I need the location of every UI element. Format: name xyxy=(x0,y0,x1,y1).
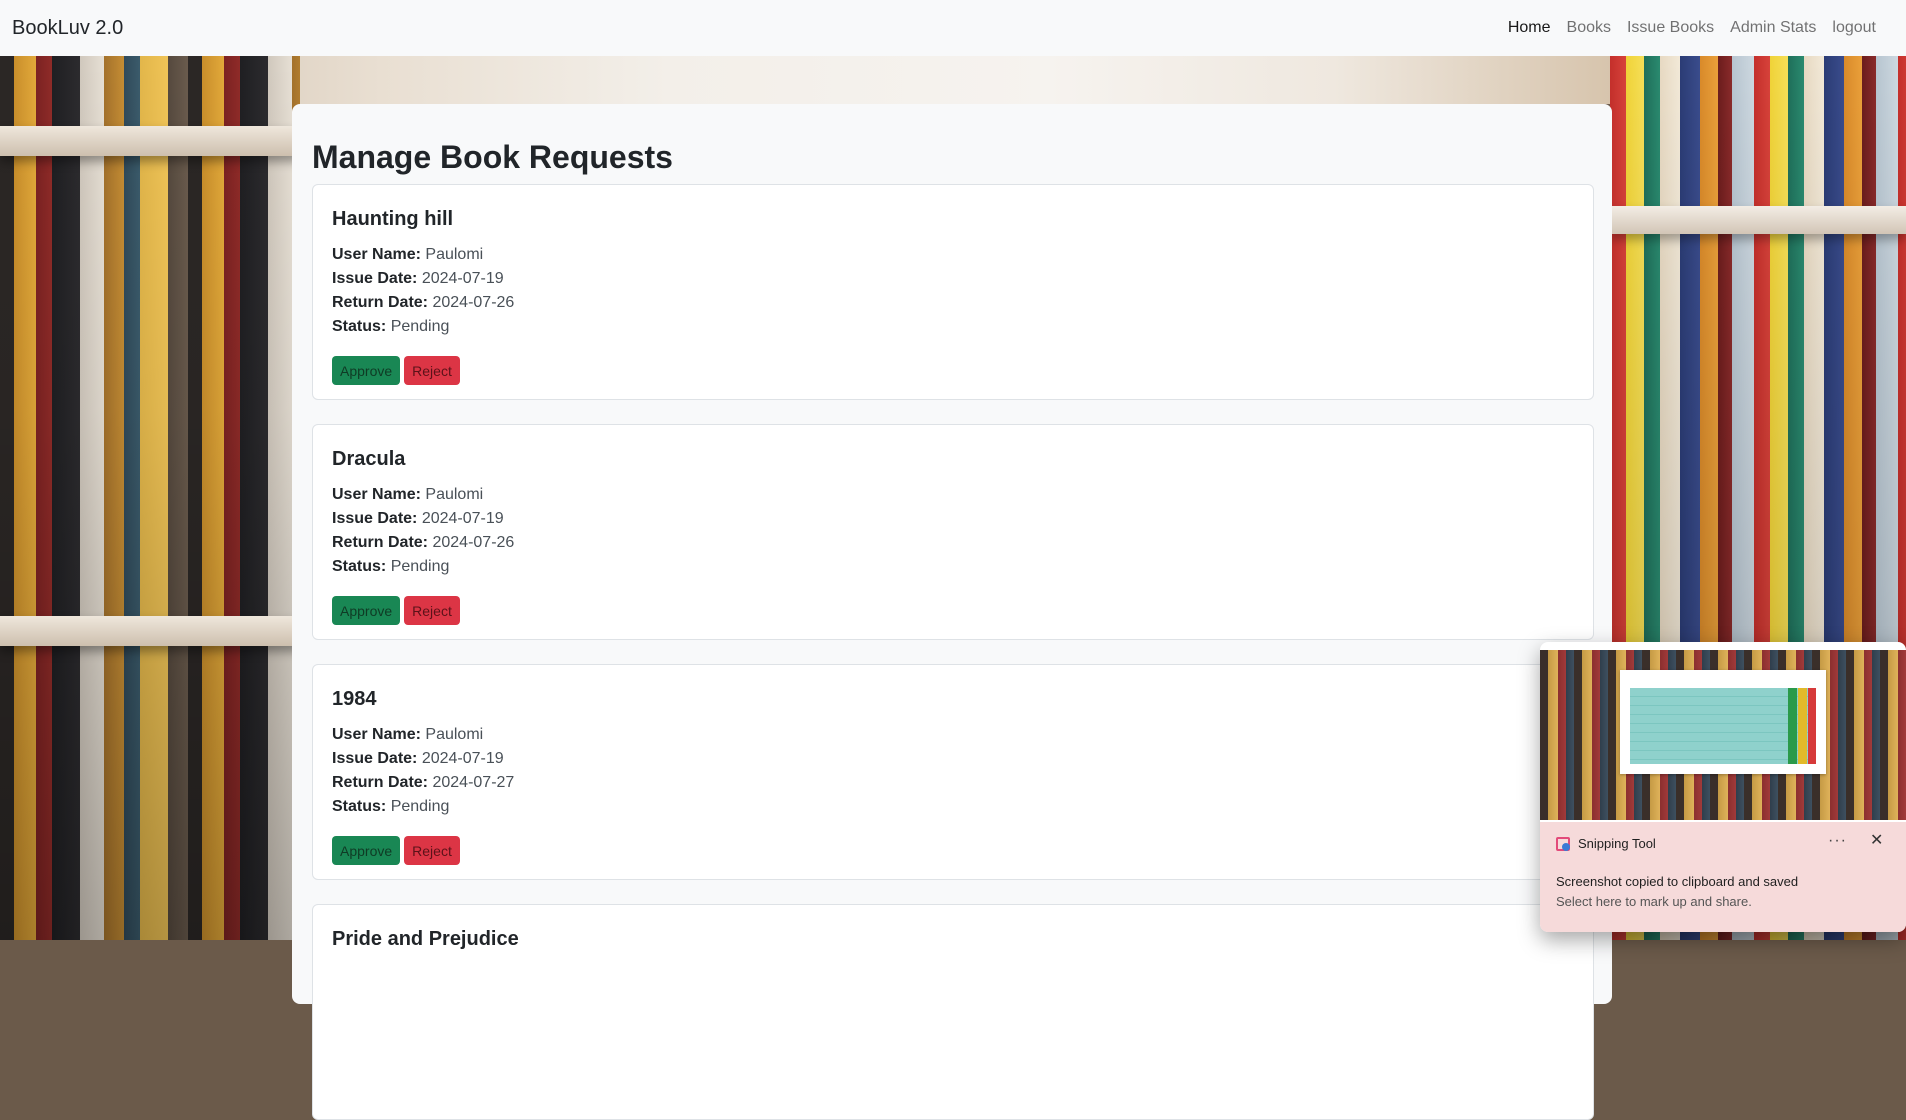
nav-logout[interactable]: logout xyxy=(1824,11,1884,45)
approve-button[interactable]: Approve xyxy=(332,836,401,866)
user-name-row: User Name: Paulomi xyxy=(332,246,484,264)
nav-admin-stats[interactable]: Admin Stats xyxy=(1722,11,1824,45)
bookshelf-left xyxy=(0,56,300,940)
issue-date-row: Issue Date: 2024-07-19 xyxy=(332,270,504,288)
card-actions: Approve Reject xyxy=(332,596,1574,626)
issue-date-row: Issue Date: 2024-07-19 xyxy=(332,750,504,768)
book-title: 1984 xyxy=(332,688,377,711)
notification-body[interactable]: Snipping Tool ··· ✕ Screenshot copied to… xyxy=(1540,822,1906,932)
approve-button[interactable]: Approve xyxy=(332,356,401,386)
nav-home[interactable]: Home xyxy=(1500,11,1559,45)
status-row: Status: Pending xyxy=(332,558,450,576)
reject-button[interactable]: Reject xyxy=(404,596,460,626)
reject-button[interactable]: Reject xyxy=(404,356,460,386)
app-name: Snipping Tool xyxy=(1578,836,1656,851)
return-date-row: Return Date: 2024-07-26 xyxy=(332,294,515,312)
close-icon[interactable]: ✕ xyxy=(1870,830,1883,850)
notification-subtext: Select here to mark up and share. xyxy=(1556,894,1752,909)
book-title: Haunting hill xyxy=(332,208,454,231)
snipping-tool-icon xyxy=(1556,836,1570,851)
screenshot-thumbnail[interactable] xyxy=(1540,650,1906,820)
reject-button[interactable]: Reject xyxy=(404,836,460,866)
page-title: Manage Book Requests xyxy=(312,139,673,175)
status-row: Status: Pending xyxy=(332,318,450,336)
request-card: Haunting hill User Name: Paulomi Issue D… xyxy=(312,184,1594,401)
nav-issue-books[interactable]: Issue Books xyxy=(1619,11,1722,45)
main-container: Manage Book Requests Haunting hill User … xyxy=(292,104,1612,1120)
issue-date-row: Issue Date: 2024-07-19 xyxy=(332,510,504,528)
notification-header: Snipping Tool xyxy=(1556,836,1656,851)
nav-links: Home Books Issue Books Admin Stats logou… xyxy=(1500,11,1884,45)
user-name-row: User Name: Paulomi xyxy=(332,726,484,744)
card-actions: Approve Reject xyxy=(332,356,1574,386)
nav-books[interactable]: Books xyxy=(1559,11,1619,45)
approve-button[interactable]: Approve xyxy=(332,596,401,626)
brand-link[interactable]: BookLuv 2.0 xyxy=(12,17,123,40)
return-date-row: Return Date: 2024-07-27 xyxy=(332,774,515,792)
request-card: Dracula User Name: Paulomi Issue Date: 2… xyxy=(312,424,1594,641)
return-date-row: Return Date: 2024-07-26 xyxy=(332,534,515,552)
request-card: 1984 User Name: Paulomi Issue Date: 2024… xyxy=(312,664,1594,881)
navbar: BookLuv 2.0 Home Books Issue Books Admin… xyxy=(0,0,1906,56)
more-options-icon[interactable]: ··· xyxy=(1828,832,1847,850)
notification-message: Screenshot copied to clipboard and saved xyxy=(1556,874,1799,889)
status-row: Status: Pending xyxy=(332,798,450,816)
card-actions: Approve Reject xyxy=(332,836,1574,866)
user-name-row: User Name: Paulomi xyxy=(332,486,484,504)
book-title: Dracula xyxy=(332,448,406,471)
request-card: Pride and Prejudice xyxy=(312,904,1594,1120)
snipping-tool-notification[interactable]: Snipping Tool ··· ✕ Screenshot copied to… xyxy=(1540,642,1906,932)
